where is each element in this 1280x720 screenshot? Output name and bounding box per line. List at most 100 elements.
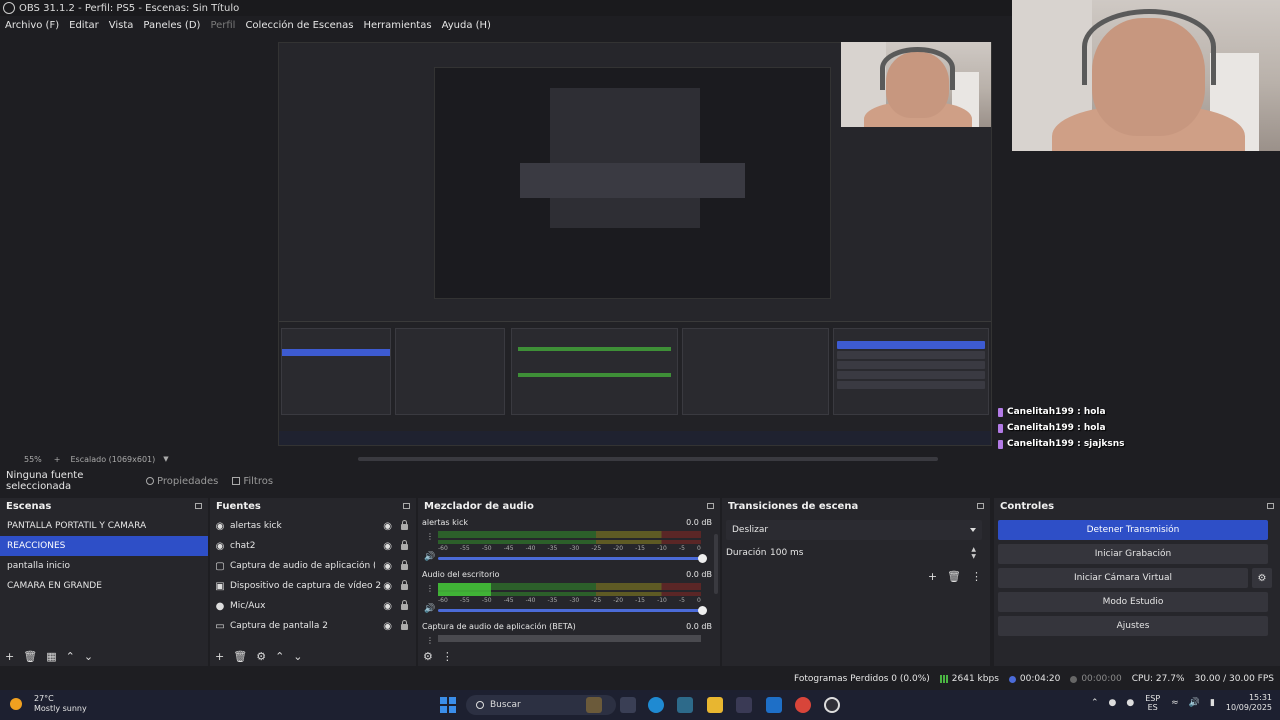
zoom-level[interactable]: 55% xyxy=(24,455,42,464)
volume-slider[interactable] xyxy=(438,606,707,615)
menu-paneles[interactable]: Paneles (D) xyxy=(138,20,205,31)
app-tray-icon[interactable]: ● xyxy=(1108,698,1116,708)
source-item[interactable]: ◉ chat2 ◉ xyxy=(210,536,416,556)
chevron-down-icon[interactable]: ⌄ xyxy=(293,651,302,662)
transition-select[interactable]: Deslizar xyxy=(726,520,982,540)
undock-icon[interactable] xyxy=(707,503,714,509)
menu-archivo[interactable]: Archivo (F) xyxy=(0,20,64,31)
settings-button[interactable]: Ajustes xyxy=(998,616,1268,636)
duration-input[interactable]: 100 ms ▲ ▼ xyxy=(770,544,982,562)
wifi-icon[interactable]: ≈ xyxy=(1171,698,1179,708)
channel-name: alertas kick xyxy=(422,518,468,527)
menu-coleccion[interactable]: Colección de Escenas xyxy=(240,20,358,31)
start-recording-button[interactable]: Iniciar Grabación xyxy=(998,544,1268,564)
chevron-up-icon[interactable]: ⌃ xyxy=(66,651,75,662)
lock-icon[interactable] xyxy=(401,540,408,550)
source-item[interactable]: ▣ Dispositivo de captura de vídeo 2 ◉ xyxy=(210,576,416,596)
source-item[interactable]: ▢ Captura de audio de aplicación (BETA) … xyxy=(210,556,416,576)
studio-mode-button[interactable]: Modo Estudio xyxy=(998,592,1268,612)
volume-slider[interactable] xyxy=(438,554,707,563)
preview-hscrollbar[interactable] xyxy=(358,457,938,461)
gear-icon[interactable]: ⚙ xyxy=(256,651,266,662)
mic-icon[interactable]: ● xyxy=(1126,698,1134,708)
source-label: Captura de pantalla 2 xyxy=(230,621,329,631)
gear-icon[interactable]: ⚙ xyxy=(423,651,433,662)
source-item[interactable]: ● Mic/Aux ◉ xyxy=(210,596,416,616)
source-item[interactable]: ▭ Captura de pantalla 2 ◉ xyxy=(210,616,416,636)
scale-label[interactable]: Escalado (1069x601) xyxy=(70,455,155,464)
add-icon[interactable]: + xyxy=(928,570,937,583)
add-source-icon[interactable]: + xyxy=(215,651,224,662)
speaker-icon[interactable]: 🔊 xyxy=(424,604,435,614)
more-icon[interactable]: ⋮ xyxy=(442,651,453,662)
obs-taskbar-icon[interactable] xyxy=(824,697,840,713)
lock-icon[interactable] xyxy=(401,580,408,590)
channel-menu-icon[interactable]: ⋮ xyxy=(426,532,434,541)
spin-icon[interactable]: ▲ ▼ xyxy=(971,546,976,560)
filters-button[interactable]: Filtros xyxy=(232,476,273,487)
chevron-up-icon[interactable]: ⌃ xyxy=(1091,698,1099,708)
menu-editar[interactable]: Editar xyxy=(64,20,104,31)
menu-perfil[interactable]: Perfil xyxy=(205,20,240,31)
task-view-icon[interactable] xyxy=(620,697,636,713)
channel-menu-icon[interactable]: ⋮ xyxy=(426,584,434,593)
scene-item[interactable]: PANTALLA PORTATIL Y CAMARA xyxy=(0,516,208,536)
widgets-icon[interactable] xyxy=(586,697,602,713)
menu-vista[interactable]: Vista xyxy=(104,20,139,31)
scene-item[interactable]: CAMARA EN GRANDE xyxy=(0,576,208,596)
battery-icon[interactable]: ▮ xyxy=(1210,698,1215,708)
outlook-icon[interactable] xyxy=(766,697,782,713)
trash-icon[interactable]: 🗑 xyxy=(233,651,247,662)
channel-menu-icon[interactable]: ⋮ xyxy=(426,636,434,644)
windows-start-icon[interactable] xyxy=(440,697,456,713)
source-item[interactable]: ◉ alertas kick ◉ xyxy=(210,516,416,536)
scene-item[interactable]: pantalla inicio xyxy=(0,556,208,576)
lock-icon[interactable] xyxy=(401,620,408,630)
scale-dropdown-icon[interactable]: ▼ xyxy=(163,455,168,463)
undock-icon[interactable] xyxy=(403,503,410,509)
chevron-down-icon[interactable]: ⌄ xyxy=(84,651,93,662)
cpu-usage: CPU: 27.7% xyxy=(1131,674,1185,684)
eye-icon[interactable]: ◉ xyxy=(383,541,392,552)
trash-icon[interactable]: 🗑 xyxy=(23,651,37,662)
scene-item-selected[interactable]: REACCIONES xyxy=(0,536,208,556)
clock[interactable]: 15:31 10/09/2025 xyxy=(1226,693,1272,713)
speaker-icon[interactable]: 🔊 xyxy=(424,552,435,562)
undock-icon[interactable] xyxy=(977,503,984,509)
language-indicator[interactable]: ESP ES xyxy=(1145,694,1160,712)
lock-icon[interactable] xyxy=(401,600,408,610)
zoom-in-icon[interactable]: + xyxy=(54,455,61,464)
eye-icon[interactable]: ◉ xyxy=(383,601,392,612)
start-virtual-camera-button[interactable]: Iniciar Cámara Virtual xyxy=(998,568,1248,588)
eye-icon[interactable]: ◉ xyxy=(383,621,392,632)
app-icon[interactable] xyxy=(677,697,693,713)
eye-icon[interactable]: ◉ xyxy=(383,561,392,572)
undock-icon[interactable] xyxy=(1267,503,1274,509)
copilot-icon[interactable] xyxy=(648,697,664,713)
meter-tick-label: -40 xyxy=(525,597,536,604)
volume-knob[interactable] xyxy=(698,606,707,615)
add-scene-icon[interactable]: + xyxy=(5,651,14,662)
lock-icon[interactable] xyxy=(401,560,408,570)
chrome-icon[interactable] xyxy=(795,697,811,713)
volume-knob[interactable] xyxy=(698,554,707,563)
trash-icon[interactable]: 🗑 xyxy=(947,570,961,583)
weather-widget[interactable]: 27°C Mostly sunny xyxy=(10,694,87,714)
more-icon[interactable]: ⋮ xyxy=(971,570,982,583)
filters-icon[interactable]: ▦ xyxy=(46,651,56,662)
undock-icon[interactable] xyxy=(195,503,202,509)
stop-streaming-button[interactable]: Detener Transmisión xyxy=(998,520,1268,540)
eye-icon[interactable]: ◉ xyxy=(383,521,392,532)
menu-herramientas[interactable]: Herramientas xyxy=(358,20,436,31)
mixer-scrollbar[interactable] xyxy=(714,534,718,594)
store-icon[interactable] xyxy=(736,697,752,713)
menu-ayuda[interactable]: Ayuda (H) xyxy=(437,20,496,31)
file-explorer-icon[interactable] xyxy=(707,697,723,713)
virtual-camera-gear-icon[interactable]: ⚙ xyxy=(1252,568,1272,588)
eye-icon[interactable]: ◉ xyxy=(383,581,392,592)
lock-icon[interactable] xyxy=(401,520,408,530)
chat-user: Canelitah199 xyxy=(1007,439,1074,449)
volume-icon[interactable]: 🔊 xyxy=(1189,698,1200,708)
properties-button[interactable]: Propiedades xyxy=(146,476,218,487)
chevron-up-icon[interactable]: ⌃ xyxy=(275,651,284,662)
